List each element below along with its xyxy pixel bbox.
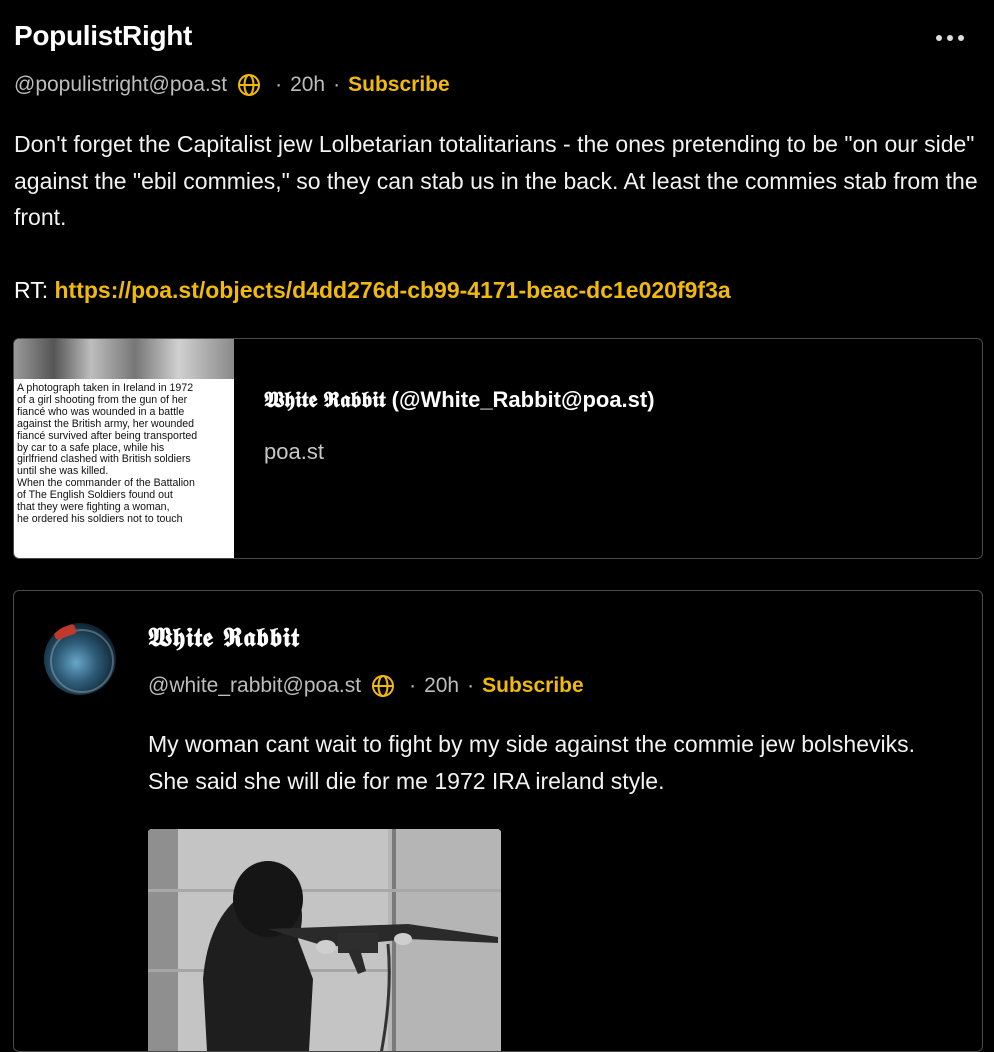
quoted-body: My woman cant wait to fight by my side a…: [148, 731, 915, 794]
photo-illustration: [148, 829, 501, 1051]
post-body: Don't forget the Capitalist jew Lolbetar…: [14, 131, 978, 230]
post: PopulistRight @populistright@poa.st · 20…: [0, 0, 994, 1052]
meta-separator: ·: [467, 674, 475, 697]
meta-separator: ·: [333, 73, 341, 96]
quoted-time[interactable]: 20h: [424, 674, 459, 698]
link-preview-title: 𝖂𝖍𝖎𝖙𝖊 𝕽𝖆𝖇𝖇𝖎𝖙 (@White_Rabbit@poa.st): [264, 387, 655, 412]
rt-link[interactable]: https://poa.st/objects/d4dd276d-cb99-417…: [54, 277, 730, 303]
thumbnail-caption: A photograph taken in Ireland in 1972 of…: [17, 382, 198, 525]
link-preview-thumbnail: A photograph taken in Ireland in 1972 of…: [14, 339, 234, 558]
quoted-handle[interactable]: @white_rabbit@poa.st: [148, 674, 361, 698]
thumbnail-photo-strip: [14, 339, 234, 379]
subscribe-button[interactable]: Subscribe: [348, 73, 450, 97]
post-time[interactable]: 20h: [290, 73, 325, 97]
subscribe-button[interactable]: Subscribe: [482, 674, 584, 698]
globe-icon: [372, 675, 395, 697]
more-horizontal-icon[interactable]: [930, 24, 970, 52]
quoted-author-name[interactable]: 𝖂𝖍𝖎𝖙𝖊 𝕽𝖆𝖇𝖇𝖎𝖙: [148, 623, 299, 654]
meta-separator: ·: [275, 73, 283, 96]
rt-label: RT:: [14, 277, 49, 303]
avatar[interactable]: [44, 623, 116, 695]
post-meta: @populistright@poa.st · 20h · Subscribe: [14, 70, 450, 100]
author-handle[interactable]: @populistright@poa.st: [14, 73, 227, 97]
globe-icon: [238, 74, 261, 96]
quoted-post[interactable]: 𝖂𝖍𝖎𝖙𝖊 𝕽𝖆𝖇𝖇𝖎𝖙 @white_rabbit@poa.st · 20h …: [13, 590, 983, 1052]
link-preview-card[interactable]: A photograph taken in Ireland in 1972 of…: [13, 338, 983, 559]
retweet-line: RT: https://poa.st/objects/d4dd276d-cb99…: [14, 272, 731, 308]
author-name[interactable]: PopulistRight: [14, 20, 192, 52]
meta-separator: ·: [409, 674, 417, 697]
link-preview-domain: poa.st: [264, 439, 324, 464]
attached-photo[interactable]: [148, 829, 501, 1051]
quoted-meta: @white_rabbit@poa.st · 20h · Subscribe: [148, 671, 584, 701]
